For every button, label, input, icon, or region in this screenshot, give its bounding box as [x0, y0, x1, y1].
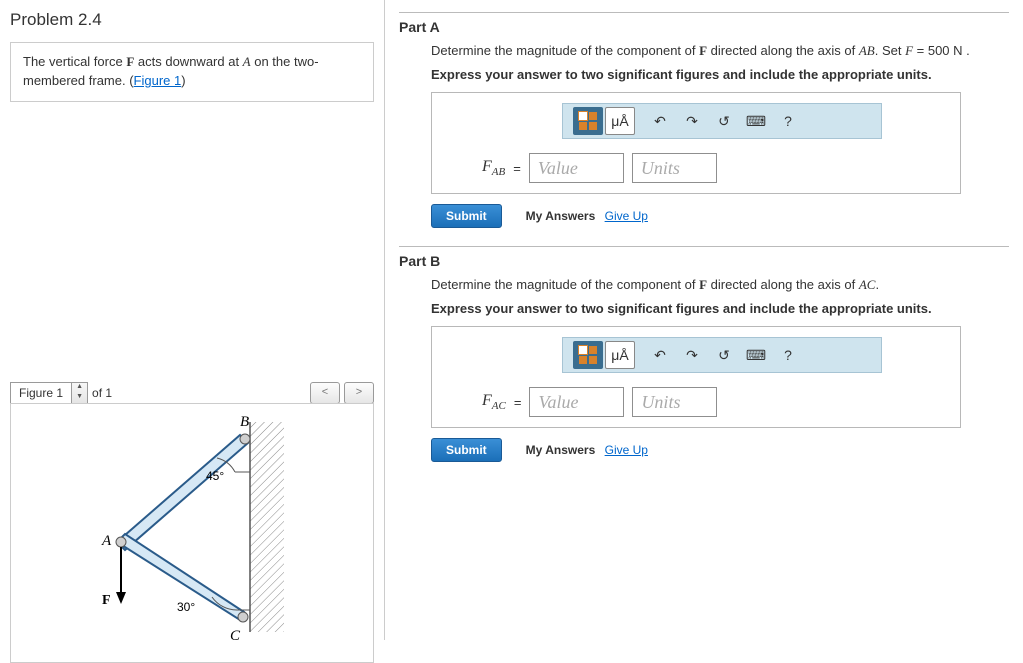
divider: [399, 12, 1009, 13]
label-f: F: [102, 593, 111, 608]
keyboard-button[interactable]: ⌨: [741, 341, 771, 369]
part-b-question: Determine the magnitude of the component…: [431, 277, 1009, 293]
part-b-units-input[interactable]: Units: [632, 387, 717, 417]
part-a-toolbar: μÅ ↶ ↷ ↺ ⌨ ?: [562, 103, 882, 139]
text: . Set: [875, 43, 905, 58]
f-symbol: F: [699, 43, 707, 58]
redo-button[interactable]: ↷: [677, 341, 707, 369]
part-a-submit-row: Submit My Answers Give Up: [431, 204, 1009, 228]
text: Determine the magnitude of the component…: [431, 43, 699, 58]
part-a-question: Determine the magnitude of the component…: [431, 43, 1009, 59]
label-c: C: [230, 628, 241, 644]
part-a-units-input[interactable]: Units: [632, 153, 717, 183]
units-format-button[interactable]: μÅ: [605, 107, 635, 135]
template-button[interactable]: [573, 341, 603, 369]
label-a: A: [101, 533, 112, 549]
text: directed along the axis of: [707, 43, 859, 58]
part-b-submit-row: Submit My Answers Give Up: [431, 438, 1009, 462]
left-pane: Problem 2.4 The vertical force F acts do…: [0, 0, 385, 640]
give-up-link[interactable]: Give Up: [605, 443, 648, 457]
template-button[interactable]: [573, 107, 603, 135]
part-b-body: Determine the magnitude of the component…: [399, 277, 1009, 462]
undo-button[interactable]: ↶: [645, 107, 675, 135]
figure-section: Figure 1 ▲ ▼ of 1 < >: [10, 382, 374, 663]
part-a-answer-row: FAB = Value Units: [482, 153, 950, 183]
redo-button[interactable]: ↷: [677, 107, 707, 135]
problem-prompt: The vertical force F acts downward at A …: [10, 42, 374, 102]
equals: =: [513, 161, 521, 176]
label-30: 30°: [177, 600, 195, 614]
text: = 500 N .: [913, 43, 970, 58]
figure-prev-button[interactable]: <: [310, 382, 340, 404]
part-a-links: My Answers Give Up: [526, 209, 648, 223]
part-b-variable: FAC: [482, 392, 506, 412]
undo-button[interactable]: ↶: [645, 341, 675, 369]
label-b: B: [240, 414, 249, 430]
text: directed along the axis of: [707, 277, 859, 292]
my-answers-text: My Answers: [526, 443, 596, 457]
help-button[interactable]: ?: [773, 107, 803, 135]
part-a-body: Determine the magnitude of the component…: [399, 43, 1009, 228]
my-answers-text: My Answers: [526, 209, 596, 223]
units-format-button[interactable]: μÅ: [605, 341, 635, 369]
part-a-title: Part A: [399, 19, 1009, 35]
figure-link[interactable]: Figure 1: [134, 73, 182, 88]
point-a-symbol: A: [243, 54, 251, 69]
text: acts downward at: [134, 54, 242, 69]
part-b-submit-button[interactable]: Submit: [431, 438, 502, 462]
ac-symbol: AC: [859, 277, 876, 292]
spin-up-icon[interactable]: ▲: [72, 383, 87, 393]
right-pane: Part A Determine the magnitude of the co…: [385, 0, 1023, 640]
part-a-value-input[interactable]: Value: [529, 153, 624, 183]
f-italic: F: [905, 43, 913, 58]
figure-next-button[interactable]: >: [344, 382, 374, 404]
figure-diagram: A B C F 45° 30°: [10, 403, 374, 663]
label-45: 45°: [206, 469, 224, 483]
part-b-answer-row: FAC = Value Units: [482, 387, 950, 417]
figure-count: of 1: [92, 386, 112, 400]
part-b-value-input[interactable]: Value: [529, 387, 624, 417]
part-b-title: Part B: [399, 253, 1009, 269]
part-a-answer-box: μÅ ↶ ↷ ↺ ⌨ ? FAB = Value Units: [431, 92, 961, 194]
figure-select-label: Figure 1: [11, 383, 71, 403]
figure-header: Figure 1 ▲ ▼ of 1 < >: [10, 382, 374, 404]
part-a-variable: FAB: [482, 158, 505, 178]
text: Determine the magnitude of the component…: [431, 277, 699, 292]
reset-button[interactable]: ↺: [709, 341, 739, 369]
figure-spinner[interactable]: ▲ ▼: [71, 383, 87, 403]
keyboard-button[interactable]: ⌨: [741, 107, 771, 135]
part-a-instruction: Express your answer to two significant f…: [431, 67, 1009, 82]
equals: =: [514, 395, 522, 410]
problem-title: Problem 2.4: [10, 10, 374, 30]
text: The vertical force: [23, 54, 126, 69]
text: .: [875, 277, 879, 292]
part-b-links: My Answers Give Up: [526, 443, 648, 457]
part-b-toolbar: μÅ ↶ ↷ ↺ ⌨ ?: [562, 337, 882, 373]
figure-selector[interactable]: Figure 1 ▲ ▼: [10, 382, 88, 404]
divider: [399, 246, 1009, 247]
spin-down-icon[interactable]: ▼: [72, 393, 87, 403]
part-a-submit-button[interactable]: Submit: [431, 204, 502, 228]
figure-nav: < >: [310, 382, 374, 404]
give-up-link[interactable]: Give Up: [605, 209, 648, 223]
text: ): [181, 73, 185, 88]
reset-button[interactable]: ↺: [709, 107, 739, 135]
ab-symbol: AB: [859, 43, 875, 58]
part-b-answer-box: μÅ ↶ ↷ ↺ ⌨ ? FAC = Value Units: [431, 326, 961, 428]
f-symbol: F: [699, 277, 707, 292]
help-button[interactable]: ?: [773, 341, 803, 369]
part-b-instruction: Express your answer to two significant f…: [431, 301, 1009, 316]
